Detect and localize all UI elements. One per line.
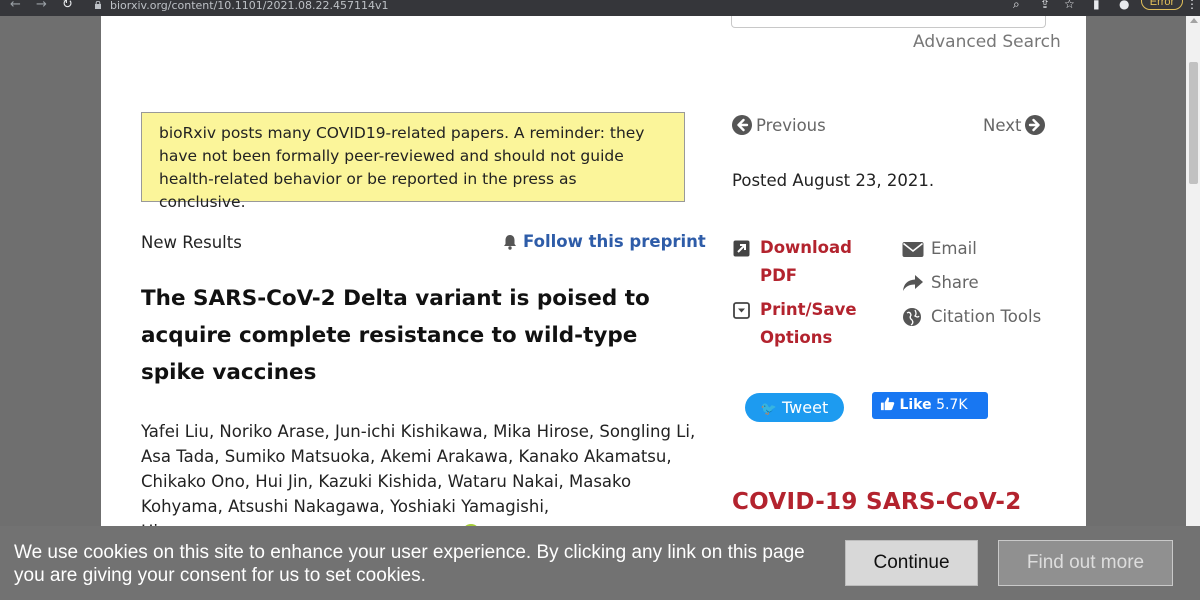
thumbs-up-icon xyxy=(880,397,895,411)
cookie-banner: We use cookies on this site to enhance y… xyxy=(0,526,1200,600)
globe-icon[interactable] xyxy=(902,307,924,327)
next-link[interactable]: Next xyxy=(983,115,1046,135)
options-label: Options xyxy=(760,328,833,347)
cookie-message: We use cookies on this site to enhance y… xyxy=(14,542,805,586)
tweet-label: Tweet xyxy=(782,398,829,417)
menu-icon[interactable]: ⋮ xyxy=(1186,0,1198,11)
follow-label: Follow this preprint xyxy=(523,232,706,251)
facebook-like-button[interactable]: Like 5.7K xyxy=(872,392,988,419)
citation-tools-link[interactable]: Citation Tools xyxy=(931,307,1041,326)
star-icon[interactable]: ☆ xyxy=(1064,0,1075,11)
address-bar[interactable]: biorxiv.org/content/10.1101/2021.08.22.4… xyxy=(110,0,388,12)
arrow-right-circle-icon xyxy=(1025,115,1046,135)
covid-notice: bioRxiv posts many COVID19-related paper… xyxy=(141,112,685,211)
share-link[interactable]: Share xyxy=(931,273,979,292)
tweet-button[interactable]: 🐦 Tweet xyxy=(745,393,844,422)
profile-icon[interactable]: ● xyxy=(1119,0,1129,11)
scrollbar-thumb[interactable] xyxy=(1189,62,1198,184)
email-link[interactable]: Email xyxy=(931,239,977,258)
arrow-left-circle-icon xyxy=(732,115,752,135)
lock-icon[interactable] xyxy=(94,1,102,9)
next-label: Next xyxy=(983,115,1022,135)
print-options-icon[interactable] xyxy=(733,302,750,319)
continue-button[interactable]: Continue xyxy=(845,540,978,586)
share-icon[interactable]: ⇪ xyxy=(1040,0,1050,11)
author-list: Yafei Liu, Noriko Arase, Jun-ichi Kishik… xyxy=(141,419,711,526)
search-input[interactable] xyxy=(731,16,1046,28)
forward-button[interactable]: → xyxy=(36,0,47,12)
print-save-label: Print/Save xyxy=(760,300,857,319)
covid-section-heading: COVID-19 SARS-CoV-2 xyxy=(732,489,1022,515)
previous-link[interactable]: Previous xyxy=(732,115,826,135)
bell-icon xyxy=(504,234,516,250)
posted-date: Posted August 23, 2021. xyxy=(732,171,935,190)
pdf-label: PDF xyxy=(760,266,798,285)
back-button[interactable]: ← xyxy=(10,0,21,12)
article-title: The SARS-CoV-2 Delta variant is poised t… xyxy=(141,286,650,385)
email-icon[interactable] xyxy=(902,240,924,260)
download-pdf-link[interactable]: Download PDF xyxy=(760,234,852,290)
article-page: Advanced Search bioRxiv posts many COVID… xyxy=(101,16,1086,526)
reload-button[interactable]: ↻ xyxy=(62,0,73,12)
sidebar-icon[interactable]: ▮ xyxy=(1093,0,1100,11)
share-arrow-icon[interactable] xyxy=(902,273,924,293)
download-label: Download xyxy=(760,238,852,257)
authors-text: Yafei Liu, Noriko Arase, Jun-ichi Kishik… xyxy=(141,422,696,516)
find-out-more-button[interactable]: Find out more xyxy=(998,540,1173,586)
previous-label: Previous xyxy=(756,115,826,135)
scroll-up-arrow-icon[interactable] xyxy=(1190,18,1198,23)
twitter-bird-icon: 🐦 xyxy=(760,402,777,417)
error-badge[interactable]: Error xyxy=(1141,0,1183,10)
advanced-search-link[interactable]: Advanced Search xyxy=(913,32,1061,52)
like-count: 5.7K xyxy=(936,397,968,413)
like-label: Like xyxy=(899,397,932,413)
zoom-icon[interactable]: ⌕ xyxy=(1013,0,1020,12)
download-icon[interactable] xyxy=(733,240,750,257)
print-save-options-link[interactable]: Print/Save Options xyxy=(760,296,857,352)
follow-preprint-link[interactable]: Follow this preprint xyxy=(501,232,706,251)
browser-toolbar: ← → ↻ biorxiv.org/content/10.1101/2021.0… xyxy=(0,0,1200,16)
section-label: New Results xyxy=(141,233,242,252)
